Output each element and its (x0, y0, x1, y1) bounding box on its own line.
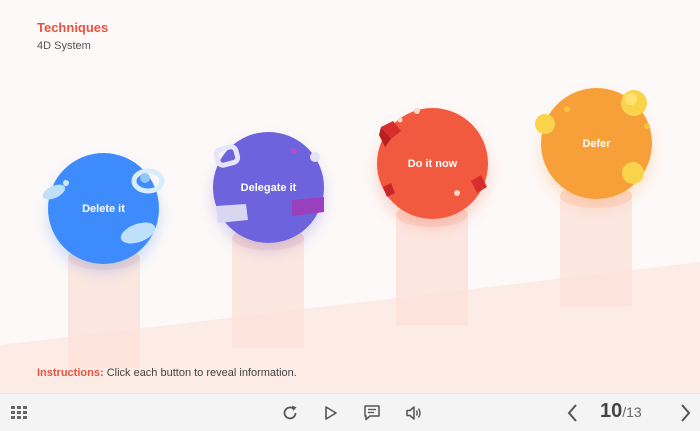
instructions: Instructions: Click each button to revea… (37, 367, 297, 379)
current-page: 10 (600, 400, 623, 422)
total-pages: /13 (622, 404, 642, 420)
audio-icon[interactable] (401, 400, 427, 426)
slide-canvas: Techniques 4D System Delete it Delegate … (0, 0, 700, 393)
grid-icon[interactable] (6, 400, 32, 426)
delete-decorations (42, 168, 165, 244)
instructions-label: Instructions: (37, 367, 104, 379)
instructions-text: Click each button to reveal information. (106, 367, 297, 379)
notes-icon[interactable] (359, 400, 385, 426)
play-icon[interactable] (318, 400, 344, 426)
defer-decorations (535, 90, 650, 184)
chevron-left-icon[interactable] (560, 400, 586, 426)
chevron-right-icon[interactable] (672, 400, 698, 426)
delegate-decorations (213, 144, 324, 223)
player-toolbar: 10 /13 (0, 393, 700, 431)
page-counter: 10 /13 (600, 400, 642, 426)
do-it-now-decorations (379, 108, 487, 197)
slide-title: Techniques (37, 20, 109, 35)
slide-subtitle: 4D System (37, 40, 91, 52)
replay-icon[interactable] (277, 400, 303, 426)
